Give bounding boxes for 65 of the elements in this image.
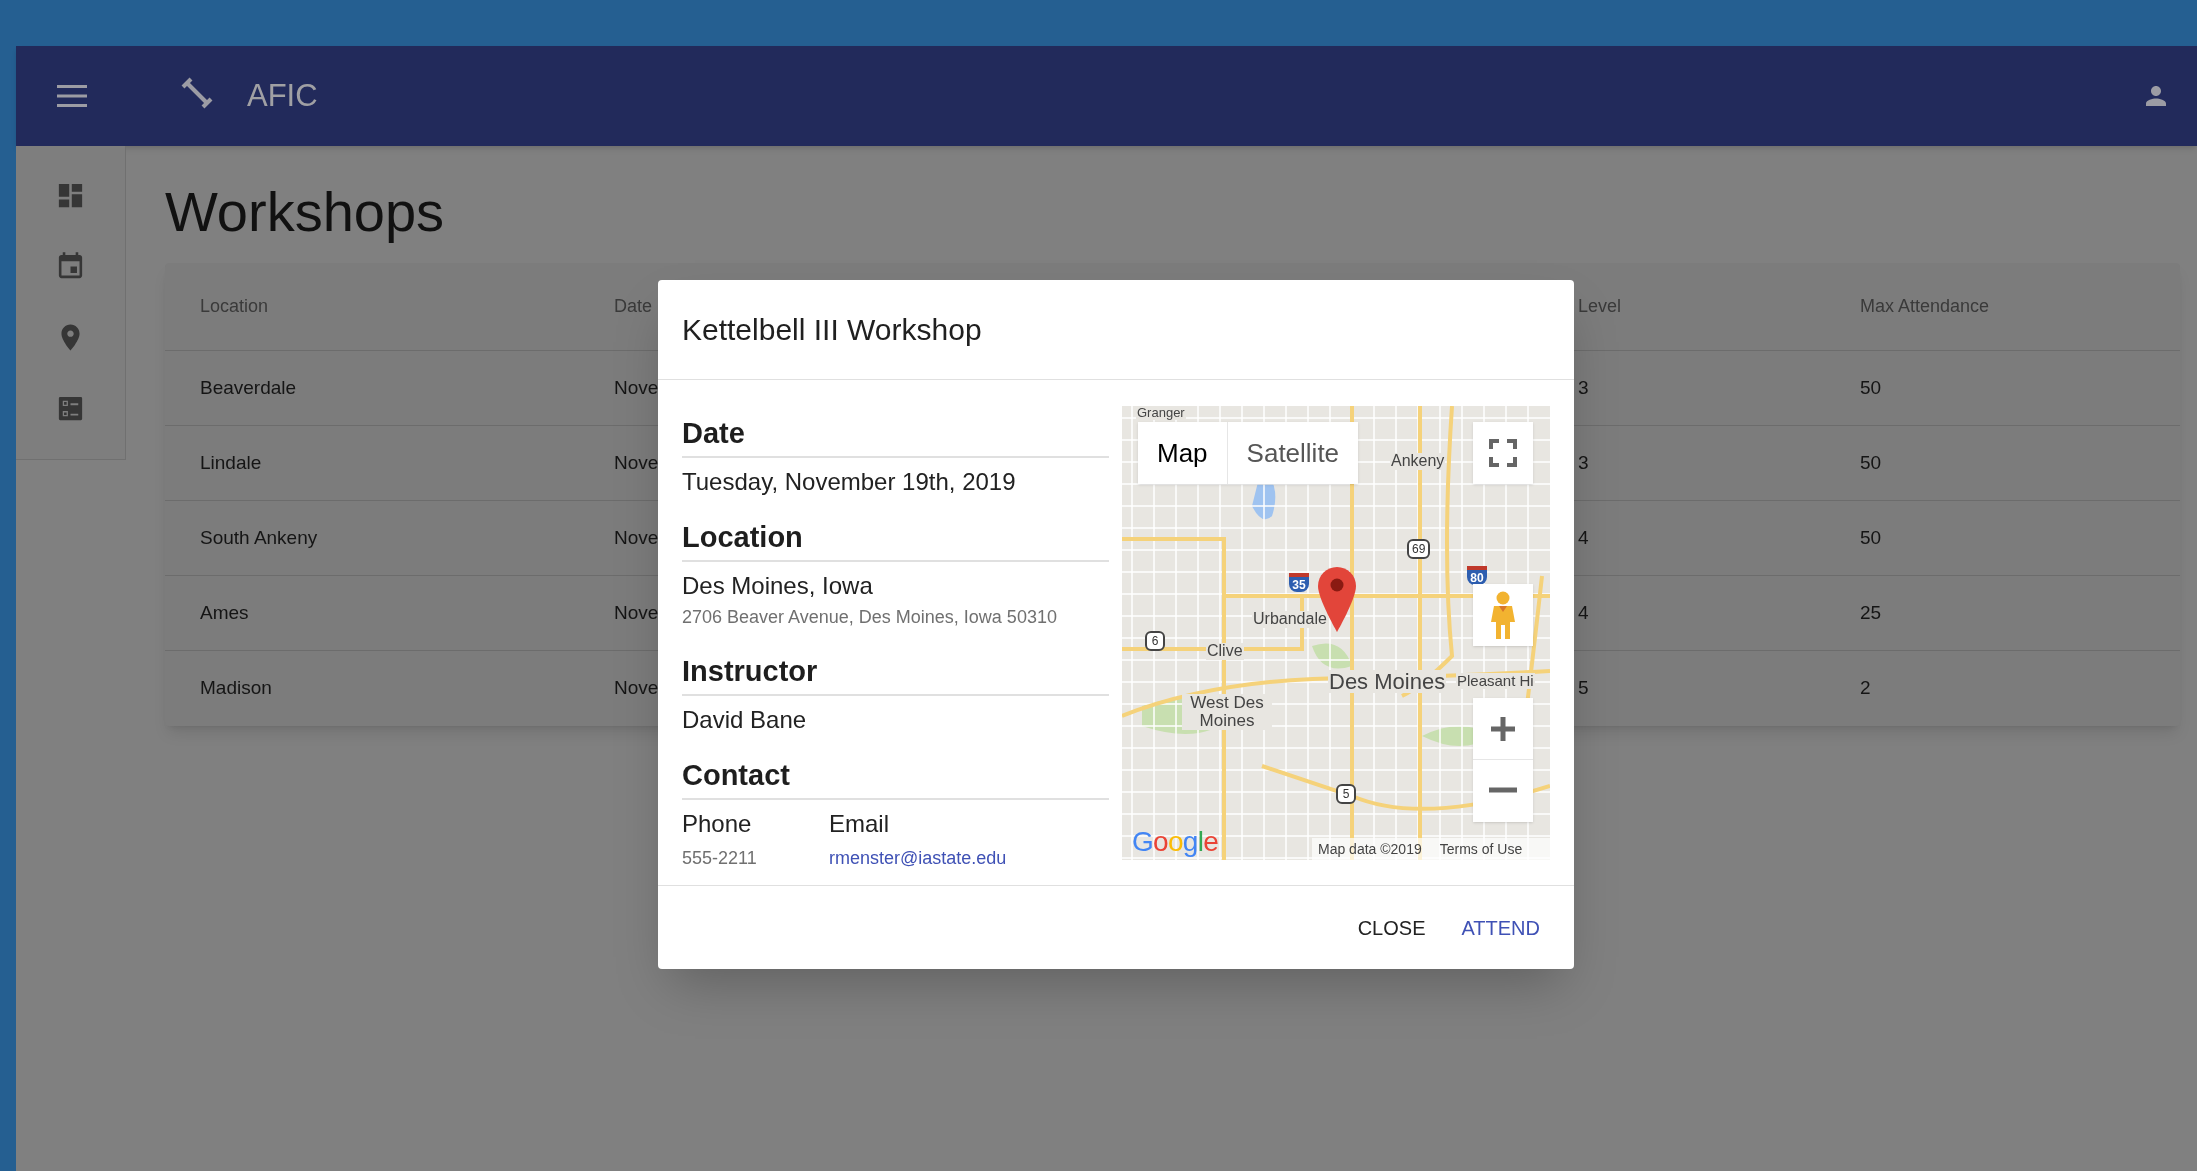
table-cell: Beaverdale [200,376,297,398]
contact-label: Phone [682,810,752,837]
map-label: Des Moines [1328,670,1447,694]
map-type-tab[interactable]: Satellite [1226,422,1359,484]
section-heading: Contact [682,756,1109,800]
column-header: Date [614,296,653,316]
route-shield: 69 [1407,539,1431,559]
person-figure-icon [1490,591,1516,639]
section-heading: Date [682,414,1109,458]
dialog-button[interactable]: ATTEND [1447,903,1554,952]
table-cell: Nove [614,601,659,623]
app-title: AFIC [247,76,318,115]
table-cell: Nove [614,677,659,699]
table-cell: 50 [1860,526,1882,548]
section-heading: Location [682,518,1109,562]
barbell-icon [181,77,213,109]
map-label: Granger [1136,406,1186,420]
table-cell: South Ankeny [200,526,318,548]
map-label: Pleasant Hi [1456,673,1535,689]
contact-label: Email [829,810,889,837]
table-cell: 4 [1578,601,1589,623]
plus-icon [1489,714,1517,743]
address-text: 2706 Beaver Avenue, Des Moines, Iowa 50310 [682,606,1058,629]
table-cell: 3 [1578,451,1589,473]
map-logo: Google [1132,827,1219,857]
section-heading: Instructor [682,652,1109,696]
map-label: Ankeny [1390,453,1446,470]
table-cell: 4 [1578,526,1589,548]
table-cell: 3 [1578,376,1589,398]
fullscreen-icon [1489,439,1517,467]
menu-icon[interactable] [57,85,87,107]
map-label: Clive [1206,643,1244,660]
table-cell: 5 [1578,677,1589,699]
table-cell: 50 [1860,451,1882,473]
route-shield: 6 [1145,631,1165,651]
table-cell: Madison [200,677,272,699]
route-shield: 5 [1336,784,1356,804]
dialog-button[interactable]: CLOSE [1343,903,1440,952]
page-title: Workshops [165,179,446,245]
table-cell: 25 [1860,601,1882,623]
phone-number: 555-2211 [682,848,757,868]
detail-value: Tuesday, November 19th, 2019 [682,467,1017,497]
map[interactable]: Granger Ankeny Urbandale Clive Des Moines West Des Moines Pleasant Hi 35 69 80 6 5 Map Satellite Google Map data ©2019 Terms of Use [1122,406,1550,860]
detail-value: David Bane [682,705,808,735]
column-header: Level [1578,296,1622,316]
detail-value: Des Moines, Iowa [682,571,874,601]
minus-icon [1489,787,1517,793]
column-header: Location [200,296,269,316]
email-link[interactable]: rmenster@iastate.edu [829,848,1007,868]
map-type-tab[interactable]: Map [1138,422,1227,484]
column-header: Max Attendance [1860,296,1990,316]
map-attribution: Map data ©2019 [1318,839,1422,859]
dialog-title: Kettelbell III Workshop [682,312,982,348]
table-cell: 50 [1860,376,1882,398]
table-cell: Nove [614,526,659,548]
map-label: Urbandale [1252,611,1328,628]
fullscreen-button[interactable] [1473,422,1533,484]
map-label: West Des Moines [1182,694,1272,730]
table-cell: Lindale [200,451,262,473]
table-cell: 2 [1860,677,1871,699]
table-cell: Ames [200,601,249,623]
terms-link[interactable]: Terms of Use [1439,838,1523,860]
route-shield: 35 [1289,573,1309,592]
table-cell: Nove [614,451,659,473]
table-cell: Nove [614,376,659,398]
